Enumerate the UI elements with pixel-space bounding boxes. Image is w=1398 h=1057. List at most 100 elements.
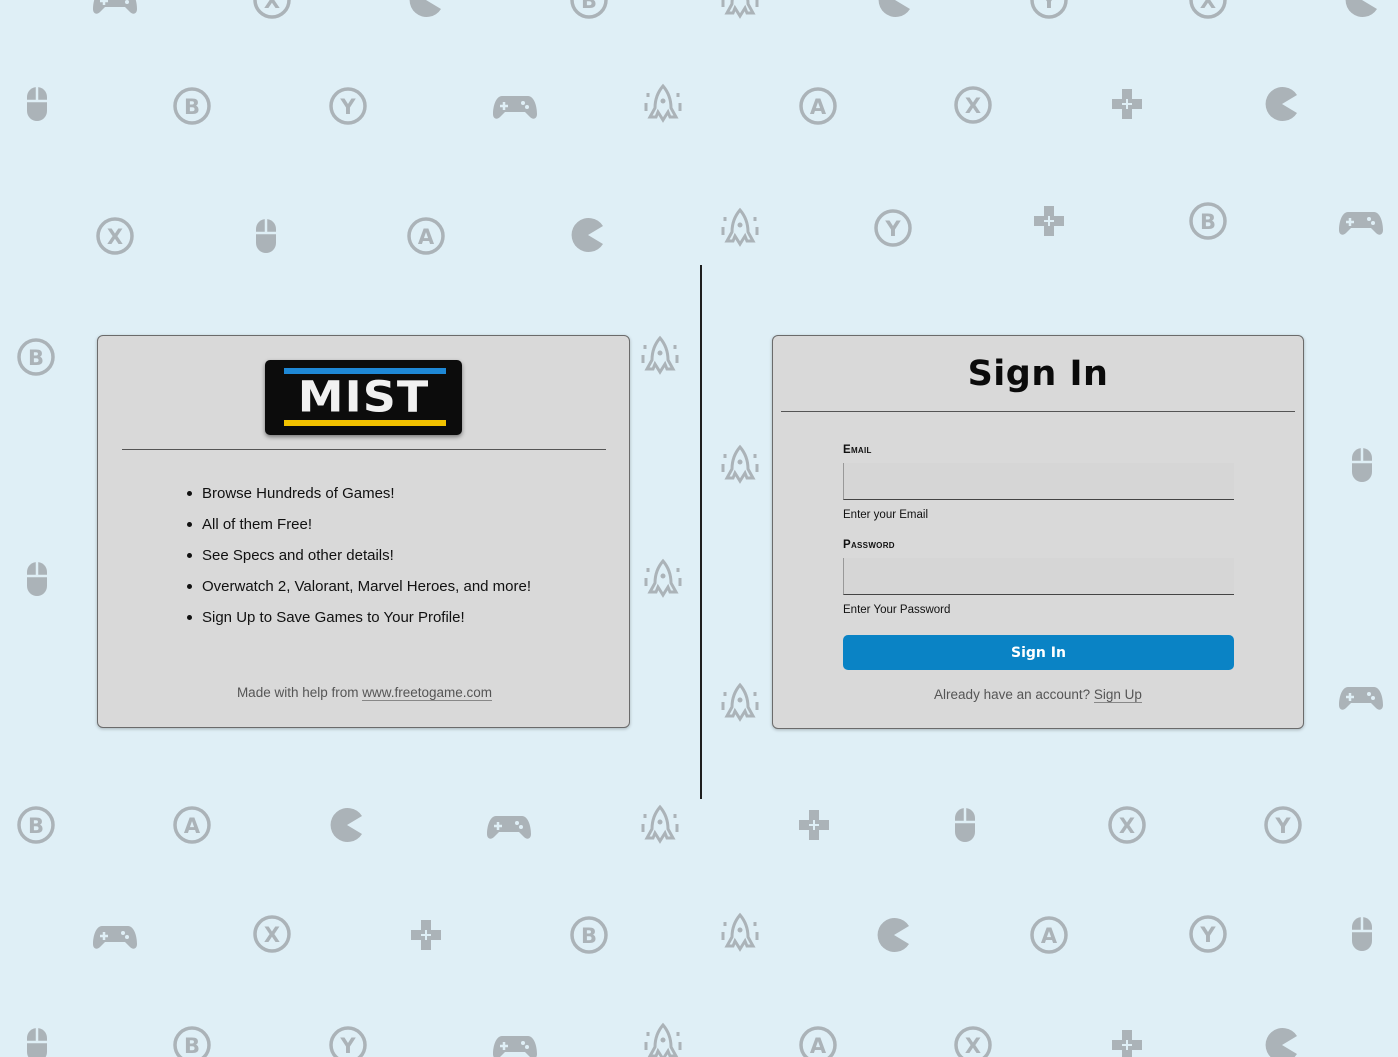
svg-text:Y: Y: [1199, 923, 1216, 947]
y-button-icon: Y: [325, 1022, 371, 1057]
space-invader-icon: [717, 680, 763, 726]
email-label: Email: [843, 444, 872, 456]
svg-text:Y: Y: [339, 1034, 356, 1057]
mouse-icon: [1339, 911, 1385, 957]
sign-up-link[interactable]: Sign Up: [1093, 687, 1142, 703]
gamepad-icon: [492, 82, 538, 128]
space-invader-icon: [640, 81, 686, 127]
signin-card: Sign In Email Enter your Email Password …: [772, 335, 1304, 729]
freetogame-link[interactable]: www.freetogame.com: [362, 685, 493, 701]
pacman-icon: [324, 802, 370, 848]
y-button-icon: Y: [1185, 911, 1231, 957]
x-button-icon: X: [1185, 0, 1231, 23]
svg-text:B: B: [1200, 210, 1216, 234]
password-field[interactable]: [843, 558, 1234, 595]
feature-item: Sign Up to Save Games to Your Profile!: [187, 606, 532, 629]
a-button-icon: A: [795, 83, 841, 129]
feature-item: Overwatch 2, Valorant, Marvel Heroes, an…: [187, 575, 532, 598]
pacman-icon: [1259, 81, 1305, 127]
dpad-icon: [791, 802, 837, 848]
b-button-icon: B: [169, 1022, 215, 1057]
svg-text:B: B: [581, 924, 597, 948]
account-prompt: Already have an account?: [934, 687, 1094, 702]
x-button-icon: X: [1104, 802, 1150, 848]
space-invader-icon: [717, 0, 763, 23]
b-button-icon: B: [566, 912, 612, 958]
feature-item: Browse Hundreds of Games!: [187, 482, 532, 505]
credit-line: Made with help from www.freetogame.com: [98, 685, 631, 701]
feature-item: All of them Free!: [187, 513, 532, 536]
b-button-icon: B: [13, 802, 59, 848]
dpad-icon: [403, 912, 449, 958]
gamepad-icon: [1338, 198, 1384, 244]
info-divider: [122, 449, 606, 450]
x-button-icon: X: [950, 82, 996, 128]
a-button-icon: A: [169, 802, 215, 848]
account-prompt-line: Already have an account? Sign Up: [773, 687, 1303, 703]
dpad-icon: [1026, 198, 1072, 244]
y-button-icon: Y: [1026, 0, 1072, 23]
mouse-icon: [243, 213, 289, 259]
a-button-icon: A: [1026, 912, 1072, 958]
dpad-icon: [1104, 81, 1150, 127]
svg-text:A: A: [184, 814, 201, 838]
signin-title: Sign In: [967, 354, 1109, 394]
email-help: Enter your Email: [843, 509, 929, 521]
svg-text:X: X: [965, 94, 981, 118]
b-button-icon: B: [13, 334, 59, 380]
feature-list: Browse Hundreds of Games! All of them Fr…: [187, 482, 532, 629]
svg-text:X: X: [107, 225, 123, 249]
gamepad-icon: [92, 0, 138, 23]
email-field[interactable]: [843, 463, 1234, 500]
pacman-icon: [1259, 1022, 1305, 1057]
space-invader-icon: [717, 442, 763, 488]
space-invader-icon: [717, 205, 763, 251]
y-button-icon: Y: [1260, 802, 1306, 848]
mist-logo: MIST: [265, 360, 462, 435]
gamepad-icon: [1338, 673, 1384, 719]
pacman-icon: [872, 0, 918, 23]
space-invader-icon: [640, 556, 686, 602]
pacman-icon: [565, 212, 611, 258]
svg-text:X: X: [264, 923, 280, 947]
svg-text:X: X: [264, 0, 280, 13]
svg-text:A: A: [810, 95, 827, 119]
space-invader-icon: [717, 910, 763, 956]
dpad-icon: [1104, 1022, 1150, 1057]
y-button-icon: Y: [870, 205, 916, 251]
a-button-icon: A: [795, 1022, 841, 1057]
svg-text:X: X: [1119, 814, 1135, 838]
svg-text:Y: Y: [339, 95, 356, 119]
mouse-icon: [1339, 442, 1385, 488]
x-button-icon: X: [249, 0, 295, 23]
b-button-icon: B: [1185, 198, 1231, 244]
vertical-divider: [700, 265, 702, 799]
svg-text:Y: Y: [884, 217, 901, 241]
svg-text:B: B: [184, 95, 200, 119]
b-button-icon: B: [169, 83, 215, 129]
sign-in-button[interactable]: Sign In: [843, 635, 1234, 670]
info-card: MIST Browse Hundreds of Games! All of th…: [97, 335, 630, 728]
gamepad-icon: [486, 802, 532, 848]
credit-prefix: Made with help from: [236, 685, 363, 700]
feature-item: See Specs and other details!: [187, 544, 532, 567]
x-button-icon: X: [249, 911, 295, 957]
password-label: Password: [843, 539, 895, 551]
space-invader-icon: [637, 802, 683, 848]
gamepad-icon: [492, 1022, 538, 1057]
svg-text:B: B: [28, 346, 44, 370]
mouse-icon: [14, 1022, 60, 1057]
svg-text:Y: Y: [1040, 0, 1057, 13]
a-button-icon: A: [403, 213, 449, 259]
space-invader-icon: [637, 333, 683, 379]
svg-text:B: B: [28, 814, 44, 838]
x-button-icon: X: [92, 213, 138, 259]
pacman-icon: [871, 912, 917, 958]
logo-text: MIST: [297, 372, 430, 422]
signin-divider: [781, 411, 1295, 412]
svg-text:Y: Y: [1274, 814, 1291, 838]
svg-text:X: X: [1200, 0, 1216, 13]
pacman-icon: [1339, 0, 1385, 23]
mouse-icon: [14, 556, 60, 602]
svg-text:A: A: [1041, 924, 1058, 948]
